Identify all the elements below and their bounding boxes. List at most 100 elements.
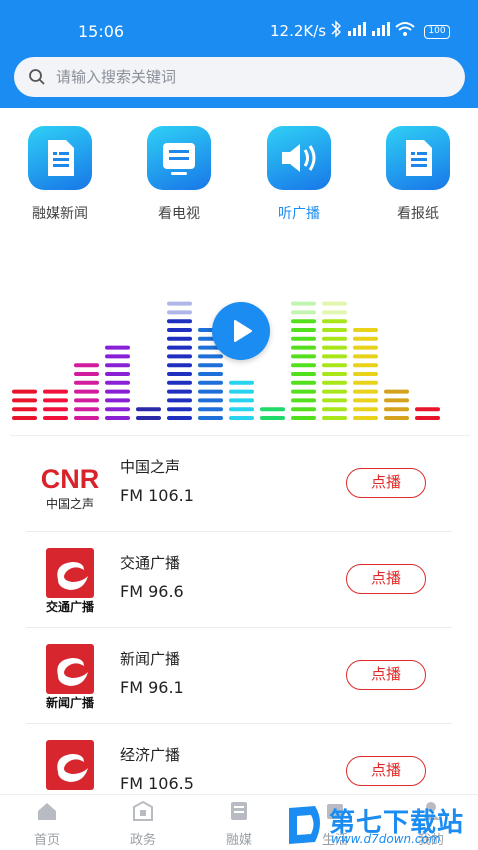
equalizer-segment xyxy=(167,380,192,385)
equalizer-segment xyxy=(12,407,37,412)
tab-label: 首页 xyxy=(33,833,60,848)
equalizer-segment xyxy=(291,389,316,394)
equalizer-segment xyxy=(229,380,254,385)
equalizer-segment xyxy=(198,354,223,359)
equalizer-segment xyxy=(136,416,161,420)
search-input[interactable] xyxy=(56,65,436,89)
nav-item-tv[interactable]: 看电视 xyxy=(129,126,229,223)
equalizer-segment xyxy=(291,363,316,368)
equalizer-segment xyxy=(167,336,192,341)
equalizer-segment xyxy=(384,389,409,394)
equalizer-segment xyxy=(353,363,378,368)
nav-item-news[interactable]: 融媒新闻 xyxy=(10,126,110,223)
equalizer-segment xyxy=(105,416,130,420)
equalizer-segment xyxy=(105,354,130,359)
play-button[interactable] xyxy=(212,302,270,360)
search-box[interactable] xyxy=(14,57,465,97)
list-item: CNR 中国之声 中国之声 FM 106.1 点播 xyxy=(26,436,452,532)
equalizer-segment xyxy=(74,372,99,376)
station-frequency: FM 96.6 xyxy=(120,582,184,601)
equalizer-segment xyxy=(291,319,316,324)
station-logo: 交通广播 xyxy=(36,546,104,614)
equalizer-segment xyxy=(105,345,130,350)
equalizer-segment xyxy=(198,380,223,385)
equalizer-segment xyxy=(167,328,192,332)
equalizer-segment xyxy=(167,407,192,412)
equalizer-segment xyxy=(384,407,409,412)
equalizer-segment xyxy=(322,301,347,306)
tab-government[interactable]: 政务 xyxy=(108,800,178,848)
speaker-icon xyxy=(267,126,331,190)
equalizer-segment xyxy=(353,398,378,403)
equalizer-segment xyxy=(322,336,347,341)
equalizer-segment xyxy=(74,416,99,420)
equalizer-segment xyxy=(74,363,99,368)
nav-item-radio[interactable]: 听广播 xyxy=(249,126,349,223)
equalizer-segment xyxy=(198,363,223,368)
equalizer-segment xyxy=(353,328,378,332)
station-frequency: FM 96.1 xyxy=(120,678,184,697)
equalizer-segment xyxy=(384,416,409,420)
list-item: 新闻广播 新闻广播 FM 96.1 点播 xyxy=(26,628,452,724)
station-list: CNR 中国之声 中国之声 FM 106.1 点播 交通广播 交通广播 FM 9… xyxy=(0,436,478,820)
equalizer-segment xyxy=(198,398,223,403)
equalizer-segment xyxy=(353,389,378,394)
station-name: 经济广播 xyxy=(120,746,181,764)
equalizer-segment xyxy=(198,407,223,412)
equalizer-segment xyxy=(291,372,316,376)
equalizer-segment xyxy=(353,380,378,385)
network-speed: 12.2K/s xyxy=(270,22,327,40)
equalizer-segment xyxy=(322,407,347,412)
equalizer-segment xyxy=(229,416,254,420)
tab-label: 政务 xyxy=(129,833,156,848)
on-demand-button[interactable]: 点播 xyxy=(346,660,426,690)
equalizer-segment xyxy=(105,363,130,368)
equalizer-segment xyxy=(322,372,347,376)
tab-home[interactable]: 首页 xyxy=(12,801,82,848)
equalizer-segment xyxy=(291,328,316,332)
equalizer-segment xyxy=(198,389,223,394)
battery-icon: 100 xyxy=(424,25,450,39)
logo-caption: 新闻广播 xyxy=(46,695,95,710)
equalizer-segment xyxy=(322,363,347,368)
equalizer-segment xyxy=(43,389,68,394)
bluetooth-signal-wifi-icon xyxy=(331,20,415,38)
equalizer-segment xyxy=(322,389,347,394)
station-name: 交通广播 xyxy=(120,554,181,572)
on-demand-button[interactable]: 点播 xyxy=(346,564,426,594)
equalizer-segment xyxy=(322,380,347,385)
equalizer-segment xyxy=(291,416,316,420)
tab-media[interactable]: 融媒 xyxy=(204,801,274,848)
equalizer-segment xyxy=(260,407,285,412)
equalizer-segment xyxy=(322,416,347,420)
clock: 15:06 xyxy=(78,22,125,41)
equalizer-segment xyxy=(167,301,192,306)
equalizer-segment xyxy=(229,398,254,403)
nav-label: 看报纸 xyxy=(397,206,439,222)
equalizer-segment xyxy=(167,416,192,420)
equalizer-segment xyxy=(12,389,37,394)
government-icon xyxy=(133,800,153,821)
equalizer-segment xyxy=(74,380,99,385)
equalizer-segment xyxy=(105,372,130,376)
on-demand-button[interactable]: 点播 xyxy=(346,468,426,498)
equalizer-segment xyxy=(167,372,192,376)
search-bar xyxy=(0,50,478,108)
equalizer-segment xyxy=(291,354,316,359)
on-demand-button[interactable]: 点播 xyxy=(346,756,426,786)
equalizer-segment xyxy=(291,407,316,412)
nav-item-newspaper[interactable]: 看报纸 xyxy=(368,126,468,223)
document-icon xyxy=(28,126,92,190)
equalizer-segment xyxy=(353,345,378,350)
equalizer-segment xyxy=(43,416,68,420)
equalizer-segment xyxy=(167,319,192,324)
equalizer-segment xyxy=(167,398,192,403)
station-frequency: FM 106.5 xyxy=(120,774,194,793)
watermark-url: www.d7down.com xyxy=(331,832,441,846)
play-icon xyxy=(234,320,252,342)
tab-label: 融媒 xyxy=(225,833,252,848)
equalizer-segment xyxy=(415,416,440,420)
equalizer-segment xyxy=(291,345,316,350)
logo-text: CNR xyxy=(41,464,100,494)
search-icon xyxy=(29,69,45,85)
